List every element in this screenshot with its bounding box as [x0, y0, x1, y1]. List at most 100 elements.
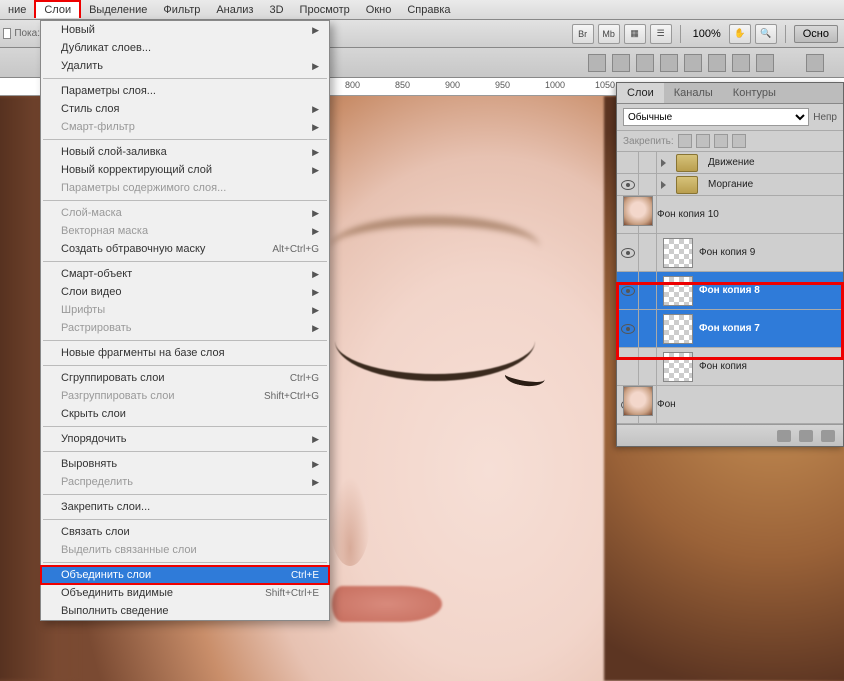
tab-layers[interactable]: Слои	[617, 83, 664, 103]
menu-item[interactable]: Скрыть слои	[41, 405, 329, 423]
layer-row[interactable]: Фон копия	[617, 348, 843, 386]
ruler-tick: 900	[445, 80, 460, 90]
menu-item[interactable]: Слои видео▶	[41, 283, 329, 301]
ruler-tick: 800	[345, 80, 360, 90]
menu-item-view[interactable]: Просмотр	[292, 2, 358, 18]
menu-item[interactable]: Стиль слоя▶	[41, 100, 329, 118]
link-layers-icon[interactable]	[777, 430, 791, 442]
menu-item-label: Шрифты	[61, 304, 105, 316]
menu-item[interactable]: Создать обтравочную маскуAlt+Ctrl+G	[41, 240, 329, 258]
distribute-icon[interactable]	[684, 54, 702, 72]
menu-item[interactable]: Удалить▶	[41, 57, 329, 75]
layer-style-icon[interactable]	[799, 430, 813, 442]
menu-item: Параметры содержимого слоя...	[41, 179, 329, 197]
layer-row[interactable]: Фон	[617, 386, 843, 424]
submenu-arrow-icon: ▶	[312, 104, 319, 115]
show-checkbox[interactable]	[3, 28, 11, 39]
tab-paths[interactable]: Контуры	[723, 83, 786, 103]
lock-pixels-icon[interactable]	[696, 134, 710, 148]
menu-item-analysis[interactable]: Анализ	[208, 2, 261, 18]
menu-item-3d[interactable]: 3D	[261, 2, 291, 18]
menu-item-label: Новый слой-заливка	[61, 146, 167, 158]
minibridge-button[interactable]: Mb	[598, 24, 620, 44]
menu-item-edit-frag[interactable]: ние	[0, 2, 34, 18]
menu-item: Шрифты▶	[41, 301, 329, 319]
screen-mode-button[interactable]: ▦	[624, 24, 646, 44]
menu-item-label: Объединить видимые	[61, 587, 173, 599]
hand-tool-icon[interactable]: ✋	[729, 24, 751, 44]
visibility-toggle[interactable]	[617, 152, 639, 173]
menu-item[interactable]: Объединить видимыеShift+Ctrl+E	[41, 584, 329, 602]
link-column	[639, 174, 657, 195]
menu-item[interactable]: Новый▶	[41, 21, 329, 39]
layer-name: Фон копия 9	[699, 247, 755, 258]
visibility-toggle[interactable]	[617, 310, 639, 347]
arrange-button[interactable]: ☰	[650, 24, 672, 44]
visibility-toggle[interactable]	[617, 348, 639, 385]
bridge-button[interactable]: Br	[572, 24, 594, 44]
menu-item[interactable]: Выполнить сведение	[41, 602, 329, 620]
menu-item-window[interactable]: Окно	[358, 2, 400, 18]
workspace-switcher[interactable]: Осно	[794, 25, 838, 43]
menu-separator	[43, 519, 327, 520]
menu-item[interactable]: Связать слои	[41, 523, 329, 541]
submenu-arrow-icon: ▶	[312, 434, 319, 445]
distribute-icon[interactable]	[732, 54, 750, 72]
menu-item[interactable]: Упорядочить ▶	[41, 430, 329, 448]
menu-item[interactable]: Новый слой-заливка▶	[41, 143, 329, 161]
align-icon[interactable]	[660, 54, 678, 72]
menu-item[interactable]: Параметры слоя...	[41, 82, 329, 100]
auto-align-icon[interactable]	[806, 54, 824, 72]
align-icon[interactable]	[612, 54, 630, 72]
layer-group-row[interactable]: Моргание	[617, 174, 843, 196]
tab-channels[interactable]: Каналы	[664, 83, 723, 103]
visibility-toggle[interactable]	[617, 234, 639, 271]
menu-item[interactable]: Смарт-объект▶	[41, 265, 329, 283]
zoom-tool-icon[interactable]: 🔍	[755, 24, 777, 44]
menu-item[interactable]: Сгруппировать слоиCtrl+G	[41, 369, 329, 387]
blend-mode-select[interactable]: Обычные	[623, 108, 809, 126]
ruler-tick: 1000	[545, 80, 565, 90]
visibility-toggle[interactable]	[617, 272, 639, 309]
align-icon[interactable]	[636, 54, 654, 72]
layer-group-row[interactable]: Движение	[617, 152, 843, 174]
layer-mask-icon[interactable]	[821, 430, 835, 442]
align-icon[interactable]	[588, 54, 606, 72]
layer-row[interactable]: Фон копия 9	[617, 234, 843, 272]
menu-item-layers[interactable]: Слои	[34, 0, 81, 18]
layer-name: Фон копия	[699, 361, 747, 372]
submenu-arrow-icon: ▶	[312, 323, 319, 334]
ruler-tick: 850	[395, 80, 410, 90]
lock-transparency-icon[interactable]	[678, 134, 692, 148]
menu-item-help[interactable]: Справка	[399, 2, 458, 18]
lock-row: Закрепить:	[617, 131, 843, 152]
link-column	[639, 310, 657, 347]
options-bar-left-fragment: Пока:	[0, 20, 40, 48]
expand-arrow-icon[interactable]	[661, 181, 666, 189]
layer-row[interactable]: Фон копия 10	[617, 196, 843, 234]
submenu-arrow-icon: ▶	[312, 61, 319, 72]
menu-item-filter[interactable]: Фильтр	[155, 2, 208, 18]
distribute-icon[interactable]	[756, 54, 774, 72]
lock-all-icon[interactable]	[732, 134, 746, 148]
menu-item[interactable]: Новые фрагменты на базе слоя	[41, 344, 329, 362]
menu-item-select[interactable]: Выделение	[81, 2, 155, 18]
lock-position-icon[interactable]	[714, 134, 728, 148]
submenu-arrow-icon: ▶	[312, 122, 319, 133]
menu-shortcut: Ctrl+G	[290, 373, 319, 384]
menu-item-label: Смарт-фильтр	[61, 121, 135, 133]
visibility-toggle[interactable]	[617, 174, 639, 195]
eye-icon	[621, 248, 635, 258]
menu-item[interactable]: Выровнять▶	[41, 455, 329, 473]
menu-item-label: Упорядочить	[61, 433, 126, 445]
menu-item[interactable]: Закрепить слои...	[41, 498, 329, 516]
distribute-icon[interactable]	[708, 54, 726, 72]
layer-row[interactable]: Фон копия 7	[617, 310, 843, 348]
menu-item[interactable]: Объединить слоиCtrl+E	[41, 566, 329, 584]
zoom-level[interactable]: 100%	[689, 28, 725, 40]
menu-item-label: Смарт-объект	[61, 268, 132, 280]
menu-item[interactable]: Дубликат слоев...	[41, 39, 329, 57]
layer-row[interactable]: Фон копия 8	[617, 272, 843, 310]
expand-arrow-icon[interactable]	[661, 159, 666, 167]
menu-item[interactable]: Новый корректирующий слой▶	[41, 161, 329, 179]
